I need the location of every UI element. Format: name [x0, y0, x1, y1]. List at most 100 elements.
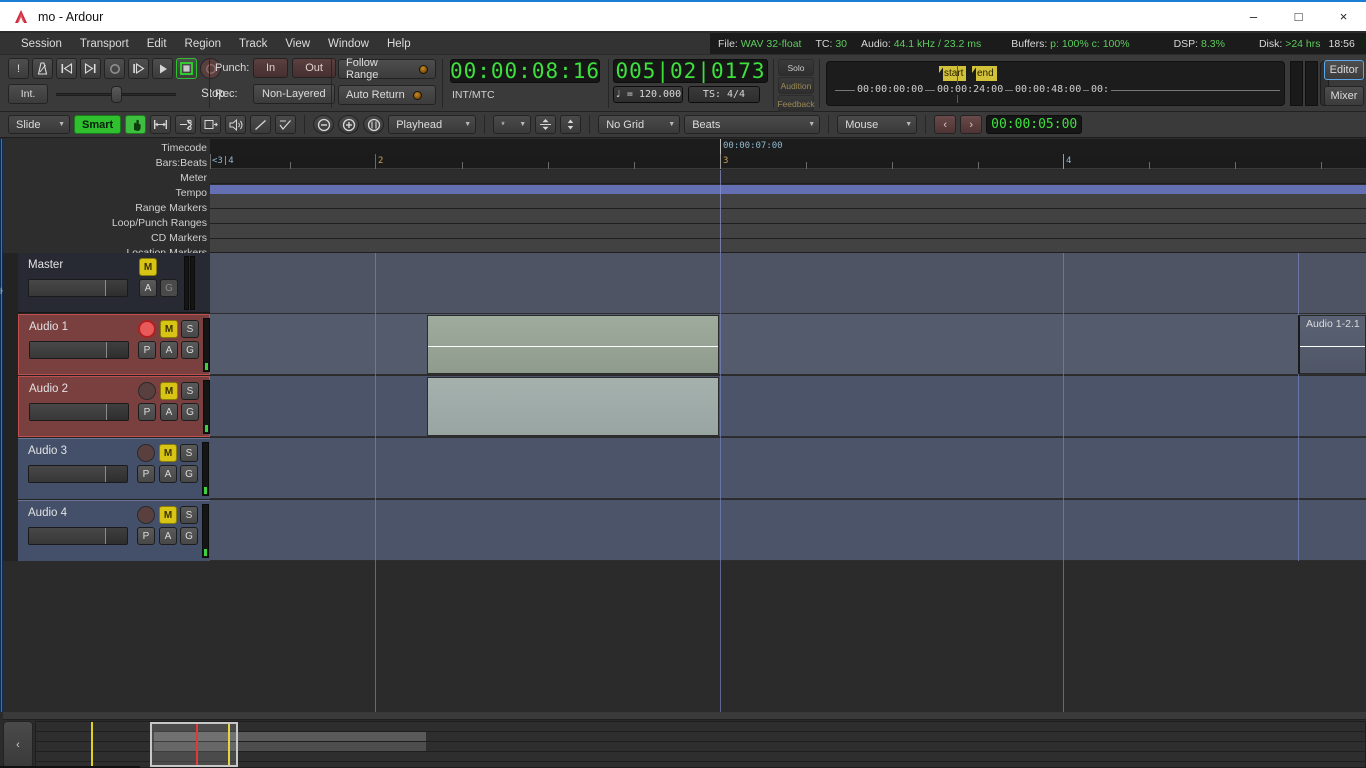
menu-window[interactable]: Window [319, 36, 378, 52]
track-header-audio-1[interactable]: Audio 1 M S P A G [18, 314, 210, 375]
end-marker[interactable]: end [976, 66, 997, 81]
audio-1-mute-button[interactable]: M [160, 320, 178, 338]
nudge-backward-button[interactable]: ‹ [934, 115, 956, 134]
ruler-visibility-selector[interactable]: *▼ [493, 115, 531, 134]
audio-4-record-arm-button[interactable] [137, 506, 155, 524]
primary-clock[interactable]: 00:00:08:16 [450, 59, 600, 83]
audition-indicator[interactable]: Audition [778, 77, 814, 94]
summary-view-rectangle[interactable] [150, 722, 238, 767]
sync-source-button[interactable]: Int. [8, 84, 48, 104]
shuttle-knob[interactable] [111, 86, 122, 103]
audio-3-playlist-button[interactable]: P [137, 465, 155, 483]
nudge-source-selector[interactable]: Mouse▼ [837, 115, 917, 134]
menu-edit[interactable]: Edit [138, 36, 176, 52]
master-group-button[interactable]: G [160, 279, 178, 297]
tab-editor[interactable]: Editor [1324, 60, 1364, 80]
track-canvas[interactable]: Audio 1-2.1 [210, 253, 1366, 712]
zoom-out-button[interactable] [313, 115, 334, 134]
track-header-audio-4[interactable]: Audio 4 M S P A G [18, 500, 210, 561]
track-lane-master[interactable] [210, 253, 1366, 314]
play-button[interactable] [152, 58, 173, 79]
ruler-label-barsbeats[interactable]: Bars:Beats [156, 157, 207, 169]
audio-2-group-button[interactable]: G [181, 403, 199, 421]
audio-3-gain-slider[interactable] [28, 465, 128, 483]
menu-region[interactable]: Region [176, 36, 230, 52]
metronome-button[interactable] [32, 58, 53, 79]
audio-4-group-button[interactable]: G [180, 527, 198, 545]
cut-tool[interactable] [175, 115, 196, 134]
track-lane-audio-1[interactable] [210, 314, 1366, 375]
start-marker[interactable]: start [943, 66, 966, 81]
track-header-audio-3[interactable]: Audio 3 M S P A G [18, 438, 210, 499]
menu-session[interactable]: Session [12, 36, 71, 52]
session-summary[interactable] [35, 721, 1366, 768]
audio-1-gain-slider[interactable] [29, 341, 129, 359]
ruler-timecode[interactable]: 00:00:07:00 [210, 139, 1366, 154]
solo-indicator[interactable]: Solo [778, 59, 814, 76]
audio-3-automation-button[interactable]: A [159, 465, 177, 483]
auto-return-toggle[interactable]: Auto Return [338, 85, 436, 105]
goto-start-button[interactable] [56, 58, 77, 79]
audio-1-playlist-button[interactable]: P [138, 341, 156, 359]
audio-region-track1[interactable] [427, 315, 719, 374]
ruler-barsbeats[interactable]: <3|4 2 3 4 [210, 154, 1366, 169]
play-range-button[interactable] [128, 58, 149, 79]
time-signature-button[interactable]: TS: 4/4 [688, 86, 760, 103]
mini-timeline[interactable]: start end 00:00:00:00 00:00:24:00 00:00:… [826, 61, 1285, 106]
ruler-label-tempo[interactable]: Tempo [175, 187, 207, 199]
track-header-audio-2[interactable]: Audio 2 M S P A G [18, 376, 210, 437]
audio-3-mute-button[interactable]: M [159, 444, 177, 462]
audio-3-record-arm-button[interactable] [137, 444, 155, 462]
track-name-audio-2[interactable]: Audio 2 [29, 383, 68, 395]
audio-4-gain-slider[interactable] [28, 527, 128, 545]
audio-4-playlist-button[interactable]: P [137, 527, 155, 545]
edit-mode-selector[interactable]: Slide▼ [8, 115, 70, 134]
close-button[interactable]: × [1321, 1, 1366, 32]
audio-region-track1-right[interactable]: Audio 1-2.1 [1298, 315, 1366, 374]
punch-in-button[interactable]: In [253, 58, 288, 78]
track-height-expand-icon[interactable] [560, 115, 581, 134]
audition-tool[interactable] [225, 115, 246, 134]
maximize-button[interactable]: □ [1276, 1, 1321, 32]
track-name-audio-4[interactable]: Audio 4 [28, 507, 67, 519]
audio-2-playlist-button[interactable]: P [138, 403, 156, 421]
follow-range-toggle[interactable]: Follow Range [338, 59, 436, 79]
audio-3-group-button[interactable]: G [180, 465, 198, 483]
menu-view[interactable]: View [276, 36, 319, 52]
audio-3-solo-button[interactable]: S [180, 444, 198, 462]
track-name-audio-1[interactable]: Audio 1 [29, 321, 68, 333]
shuttle-control[interactable] [56, 84, 176, 104]
ruler-loop-punch-lane[interactable] [210, 209, 1366, 224]
audio-2-record-arm-button[interactable] [138, 382, 156, 400]
grab-tool[interactable] [125, 115, 146, 134]
grid-mode-selector[interactable]: No Grid▼ [598, 115, 680, 134]
master-automation-button[interactable]: A [139, 279, 157, 297]
audio-1-group-button[interactable]: G [181, 341, 199, 359]
zoom-to-session-button[interactable] [363, 115, 384, 134]
audio-1-automation-button[interactable]: A [160, 341, 178, 359]
track-lane-audio-2[interactable] [210, 376, 1366, 437]
draw-tool[interactable] [250, 115, 271, 134]
midi-panic-button[interactable]: ! [8, 58, 29, 79]
secondary-clock[interactable]: 005|02|0173 [613, 59, 768, 83]
menu-transport[interactable]: Transport [71, 36, 138, 52]
ruler-label-cd-markers[interactable]: CD Markers [151, 232, 207, 244]
empty-canvas-area[interactable] [210, 561, 1366, 712]
audio-4-solo-button[interactable]: S [180, 506, 198, 524]
ruler-tempo-lane[interactable] [210, 185, 1366, 194]
feedback-indicator[interactable]: Feedback [778, 95, 814, 112]
audio-2-automation-button[interactable]: A [160, 403, 178, 421]
audio-4-automation-button[interactable]: A [159, 527, 177, 545]
audio-2-solo-button[interactable]: S [181, 382, 199, 400]
master-mute-button[interactable]: M [139, 258, 157, 276]
nudge-clock[interactable]: 00:00:05:00 [986, 115, 1082, 134]
ruler-range-markers-lane[interactable] [210, 194, 1366, 209]
summary-collapse-button[interactable]: ‹ [3, 721, 33, 768]
tempo-button[interactable]: ♩ = 120.000 [613, 86, 683, 103]
ruler-meter-lane[interactable] [210, 170, 1366, 184]
audio-1-solo-button[interactable]: S [181, 320, 199, 338]
zoom-in-button[interactable] [338, 115, 359, 134]
audio-1-record-arm-button[interactable] [138, 320, 156, 338]
grid-units-selector[interactable]: Beats▼ [684, 115, 820, 134]
stop-button[interactable] [176, 58, 197, 79]
